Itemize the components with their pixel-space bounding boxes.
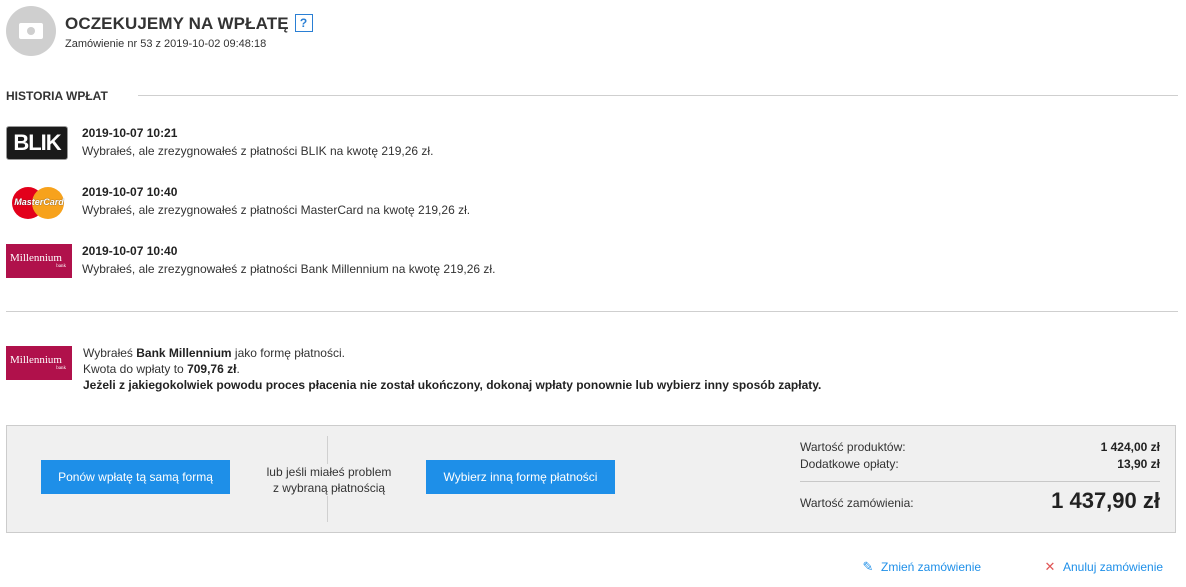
edit-order-link[interactable]: ✎ Zmień zamówienie <box>861 559 982 575</box>
retry-instruction-text: Jeżeli z jakiegokolwiek powodu proces pł… <box>83 378 822 392</box>
section-divider <box>6 311 1178 312</box>
text-fragment: Kwota do wpłaty to <box>83 362 188 376</box>
edit-order-label: Zmień zamówienie <box>881 560 982 574</box>
millennium-logo: Millennium bank <box>6 346 72 380</box>
section-divider <box>138 95 1178 96</box>
retry-instruction: Jeżeli z jakiegokolwiek powodu proces pł… <box>83 377 821 393</box>
history-date: 2019-10-07 10:40 <box>82 185 178 199</box>
order-status-header: OCZEKUJEMY NA WPŁATĘ? Zamówienie nr 53 z… <box>6 6 1176 58</box>
order-summary: Wartość produktów: 1 424,00 zł Dodatkowe… <box>800 440 1160 518</box>
order-info: Zamówienie nr 53 z 2019-10-02 09:48:18 <box>65 38 267 50</box>
history-text: Wybrałeś, ale zrezygnowałeś z płatności … <box>82 144 434 158</box>
selected-payment-info: Millennium bank Wybrałeś Bank Millennium… <box>6 345 1178 395</box>
millennium-logo-text: Millennium <box>10 354 62 366</box>
or-text-line: z wybraną płatnością <box>272 481 386 495</box>
amount-due-line: Kwota do wpłaty to 709,76 zł. <box>83 361 821 377</box>
mastercard-logo: MasterCard <box>6 185 68 221</box>
selected-method-name: Bank Millennium <box>136 346 232 360</box>
history-text: Wybrałeś, ale zrezygnowałeś z płatności … <box>82 262 496 276</box>
payment-actions-panel: Ponów wpłatę tą samą formą lub jeśli mia… <box>6 425 1176 533</box>
or-text: lub jeśli miałeś problem z wybraną płatn… <box>245 464 413 496</box>
millennium-logo-sub: bank <box>56 366 66 371</box>
mastercard-logo-text: MasterCard <box>14 197 64 207</box>
page-title: OCZEKUJEMY NA WPŁATĘ? <box>65 14 313 34</box>
fees-row: Dodatkowe opłaty: 13,90 zł <box>800 457 1160 474</box>
pencil-icon: ✎ <box>862 559 874 574</box>
history-date: 2019-10-07 10:21 <box>82 126 178 140</box>
money-bill-icon <box>6 6 56 56</box>
fees-value: 13,90 zł <box>1117 457 1160 471</box>
selected-method-line: Wybrałeś Bank Millennium jako formę płat… <box>83 345 821 361</box>
text-fragment: Wybrałeś <box>83 346 137 360</box>
amount-due-value: 709,76 zł <box>187 362 237 376</box>
millennium-logo-text: Millennium <box>10 252 62 264</box>
close-icon: ✕ <box>1044 559 1056 574</box>
or-text-line: lub jeśli miałeś problem <box>266 465 392 479</box>
retry-payment-button[interactable]: Ponów wpłatę tą samą formą <box>41 460 230 494</box>
history-date: 2019-10-07 10:40 <box>82 244 178 258</box>
products-value: 1 424,00 zł <box>1100 440 1160 454</box>
choose-other-payment-button[interactable]: Wybierz inną formę płatności <box>426 460 615 494</box>
summary-divider <box>800 481 1160 482</box>
millennium-logo: Millennium bank <box>6 244 72 278</box>
text-fragment: . <box>236 362 240 376</box>
history-section-header: HISTORIA WPŁAT <box>6 89 1178 103</box>
history-item: BLIK 2019-10-07 10:21 Wybrałeś, ale zrez… <box>6 126 1106 162</box>
blik-logo: BLIK <box>6 126 68 160</box>
products-value-row: Wartość produktów: 1 424,00 zł <box>800 440 1160 457</box>
order-total-value: 1 437,90 zł <box>1051 488 1160 513</box>
order-total-row: Wartość zamówienia: 1 437,90 zł <box>800 484 1160 518</box>
cancel-order-label: Anuluj zamówienie <box>1063 560 1164 574</box>
fees-label: Dodatkowe opłaty: <box>800 457 899 471</box>
history-text: Wybrałeś, ale zrezygnowałeś z płatności … <box>82 203 471 217</box>
text-fragment: jako formę płatności. <box>231 346 345 360</box>
products-value-label: Wartość produktów: <box>800 440 906 454</box>
history-title: HISTORIA WPŁAT <box>6 89 120 103</box>
history-item: MasterCard 2019-10-07 10:40 Wybrałeś, al… <box>6 185 1106 221</box>
history-item: Millennium bank 2019-10-07 10:40 Wybrałe… <box>6 244 1106 280</box>
millennium-logo-sub: bank <box>56 264 66 269</box>
selected-payment-text: Wybrałeś Bank Millennium jako formę płat… <box>83 345 821 393</box>
cancel-order-link[interactable]: ✕ Anuluj zamówienie <box>1043 559 1164 575</box>
page-title-text: OCZEKUJEMY NA WPŁATĘ <box>65 14 289 33</box>
help-icon[interactable]: ? <box>294 14 313 32</box>
order-total-label: Wartość zamówienia: <box>800 496 914 510</box>
